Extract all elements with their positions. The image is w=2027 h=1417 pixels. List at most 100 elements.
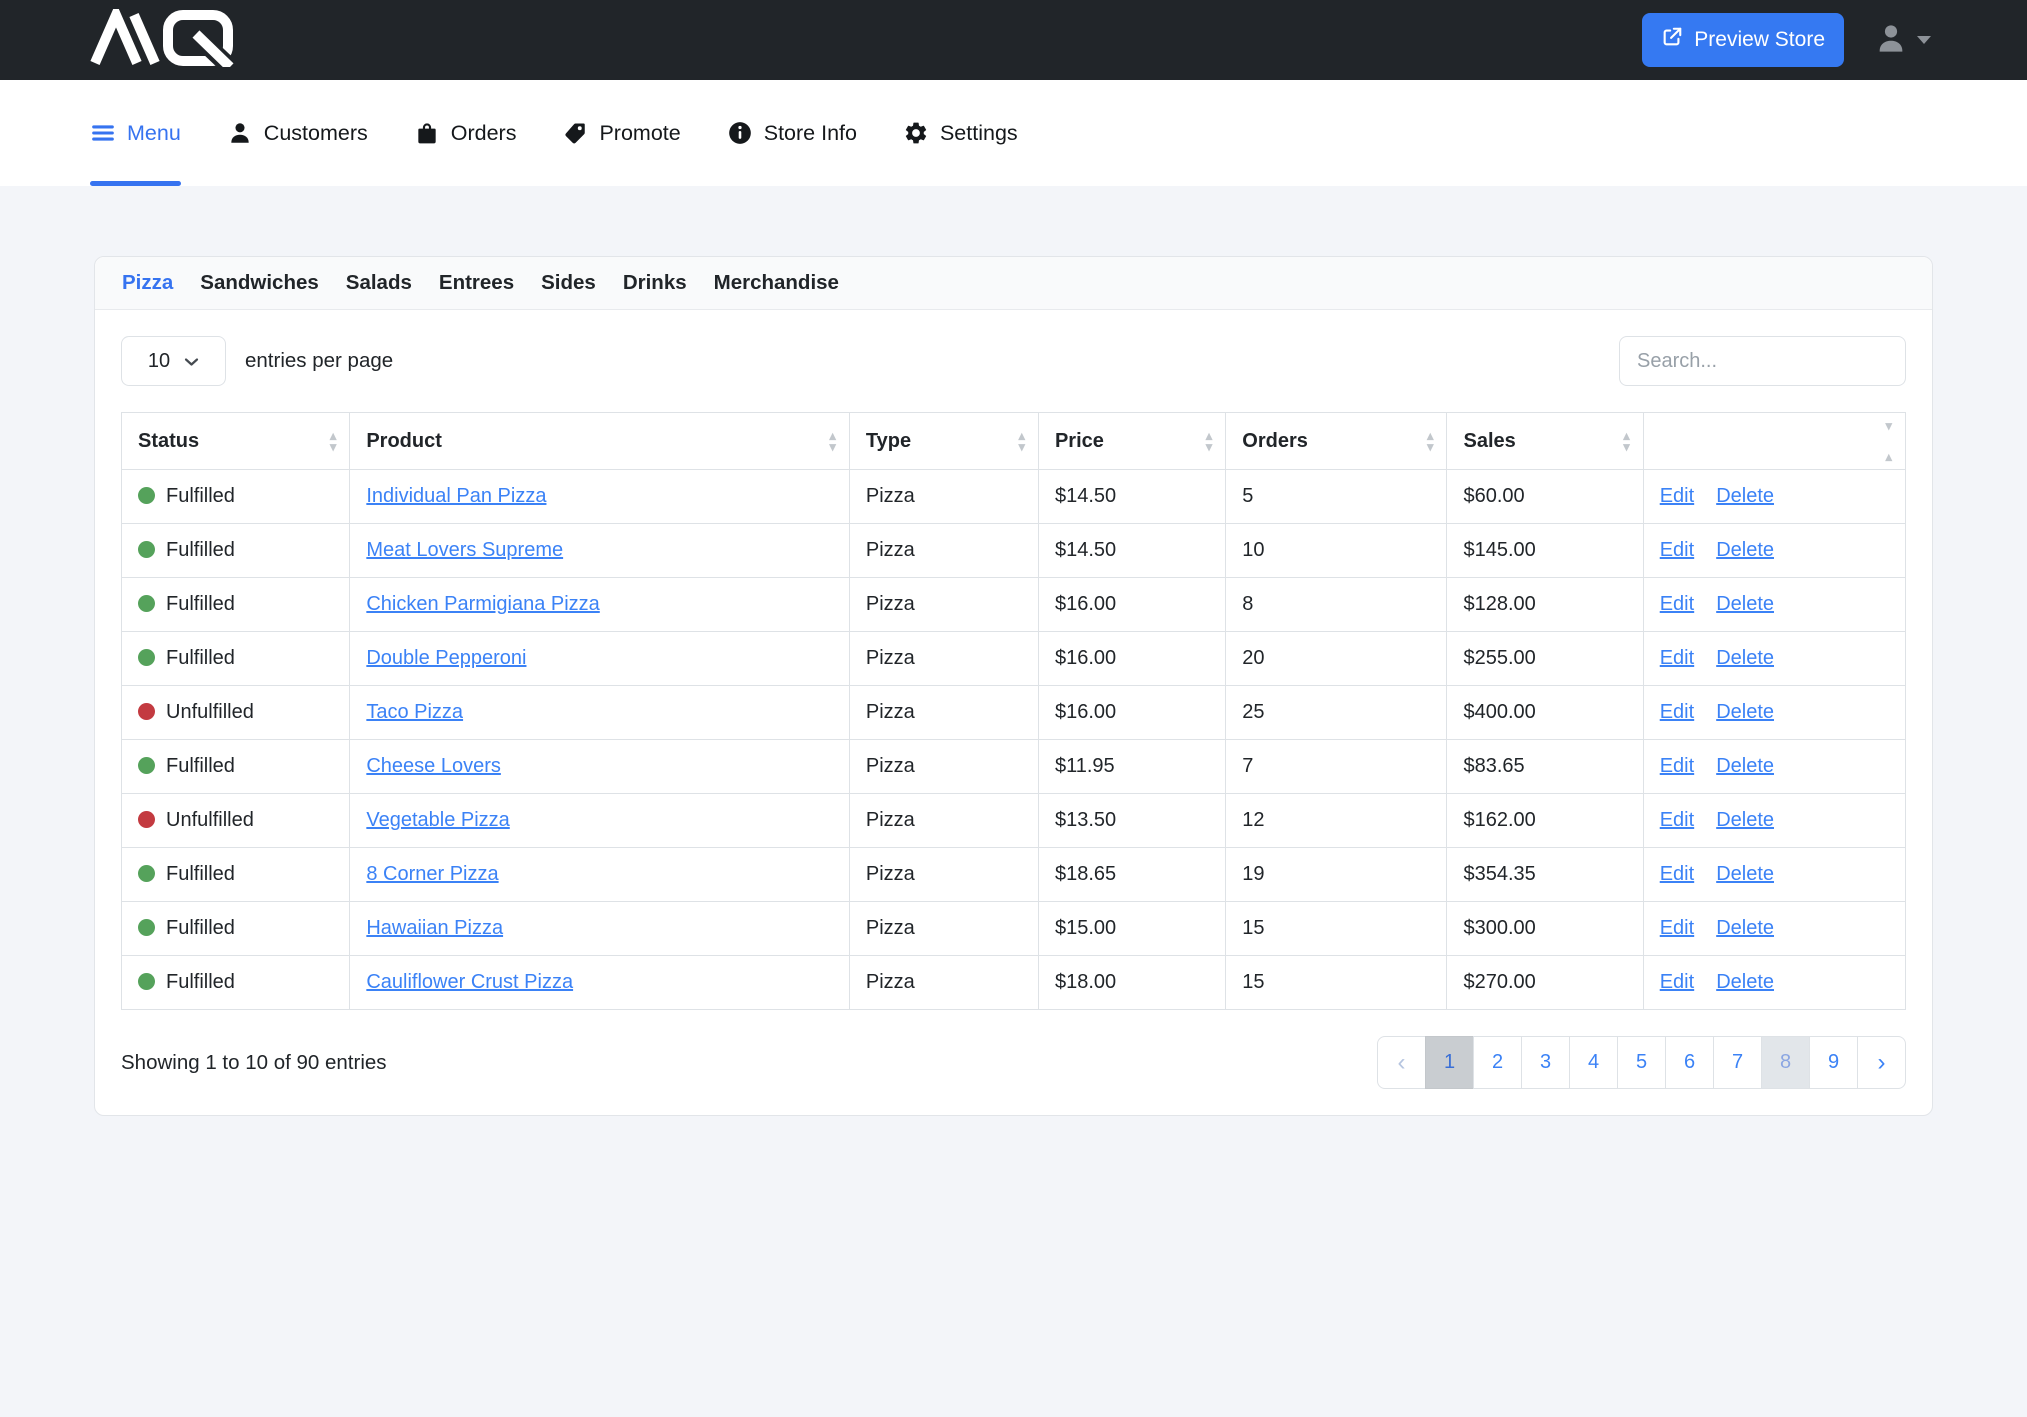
product-link[interactable]: Cauliflower Crust Pizza [366, 971, 573, 993]
status-label: Unfulfilled [166, 701, 254, 723]
table-row: FulfilledHawaiian PizzaPizza$15.0015$300… [122, 902, 1906, 956]
gear-icon [903, 120, 929, 146]
delete-link[interactable]: Delete [1716, 917, 1774, 939]
nav-item-label: Customers [264, 121, 368, 146]
tab-drinks[interactable]: Drinks [623, 271, 687, 295]
pagination-page-5[interactable]: 5 [1617, 1036, 1666, 1089]
delete-link[interactable]: Delete [1716, 485, 1774, 507]
status-dot [138, 595, 155, 612]
pagination-page-3[interactable]: 3 [1521, 1036, 1570, 1089]
delete-link[interactable]: Delete [1716, 647, 1774, 669]
edit-link[interactable]: Edit [1660, 485, 1694, 507]
edit-link[interactable]: Edit [1660, 593, 1694, 615]
nav-item-menu[interactable]: Menu [90, 80, 181, 186]
tab-pizza[interactable]: Pizza [122, 271, 173, 295]
pagination-page-7[interactable]: 7 [1713, 1036, 1762, 1089]
edit-link[interactable]: Edit [1660, 917, 1694, 939]
column-header-sales[interactable]: Sales▴▾ [1447, 413, 1643, 470]
price-cell: $16.00 [1038, 686, 1225, 740]
product-link[interactable]: Meat Lovers Supreme [366, 539, 563, 561]
chevron-down-icon [184, 350, 199, 373]
edit-link[interactable]: Edit [1660, 863, 1694, 885]
delete-link[interactable]: Delete [1716, 701, 1774, 723]
product-cell: Double Pepperoni [350, 632, 850, 686]
delete-link[interactable]: Delete [1716, 755, 1774, 777]
tab-sandwiches[interactable]: Sandwiches [200, 271, 319, 295]
status-label: Fulfilled [166, 539, 235, 561]
orders-cell: 10 [1226, 524, 1447, 578]
delete-link[interactable]: Delete [1716, 593, 1774, 615]
product-link[interactable]: 8 Corner Pizza [366, 863, 498, 885]
product-link[interactable]: Chicken Parmigiana Pizza [366, 593, 599, 615]
table-row: FulfilledIndividual Pan PizzaPizza$14.50… [122, 470, 1906, 524]
edit-link[interactable]: Edit [1660, 701, 1694, 723]
sales-cell: $128.00 [1447, 578, 1643, 632]
actions-cell: Edit Delete [1643, 470, 1905, 524]
sort-icon: ▴▾ [1206, 430, 1213, 452]
nav-item-label: Menu [127, 121, 181, 146]
column-header-type[interactable]: Type▴▾ [849, 413, 1038, 470]
column-header-orders[interactable]: Orders▴▾ [1226, 413, 1447, 470]
delete-link[interactable]: Delete [1716, 863, 1774, 885]
product-link[interactable]: Double Pepperoni [366, 647, 526, 669]
nav-item-customers[interactable]: Customers [227, 80, 368, 186]
edit-link[interactable]: Edit [1660, 647, 1694, 669]
column-header-product[interactable]: Product▴▾ [350, 413, 850, 470]
edit-link[interactable]: Edit [1660, 755, 1694, 777]
preview-store-button[interactable]: Preview Store [1642, 13, 1844, 67]
product-link[interactable]: Vegetable Pizza [366, 809, 509, 831]
pagination-page-2[interactable]: 2 [1473, 1036, 1522, 1089]
pagination-prev-button[interactable]: ‹ [1377, 1036, 1426, 1089]
page-size-select[interactable]: 10 [121, 336, 226, 386]
column-header-price[interactable]: Price▴▾ [1038, 413, 1225, 470]
nav-item-promote[interactable]: Promote [562, 80, 680, 186]
nav-item-settings[interactable]: Settings [903, 80, 1018, 186]
product-cell: Taco Pizza [350, 686, 850, 740]
edit-link[interactable]: Edit [1660, 809, 1694, 831]
orders-cell: 25 [1226, 686, 1447, 740]
status-dot [138, 811, 155, 828]
product-link[interactable]: Cheese Lovers [366, 755, 501, 777]
status-cell: Fulfilled [122, 740, 350, 794]
price-cell: $13.50 [1038, 794, 1225, 848]
sales-cell: $162.00 [1447, 794, 1643, 848]
product-link[interactable]: Hawaiian Pizza [366, 917, 503, 939]
sales-cell: $300.00 [1447, 902, 1643, 956]
nav-item-orders[interactable]: Orders [414, 80, 517, 186]
tab-sides[interactable]: Sides [541, 271, 596, 295]
product-link[interactable]: Individual Pan Pizza [366, 485, 546, 507]
pagination-next-button[interactable]: › [1857, 1036, 1906, 1089]
delete-link[interactable]: Delete [1716, 539, 1774, 561]
status-label: Fulfilled [166, 971, 235, 993]
tab-entrees[interactable]: Entrees [439, 271, 514, 295]
products-table: Status▴▾Product▴▾Type▴▾Price▴▾Orders▴▾Sa… [121, 412, 1906, 1010]
product-link[interactable]: Taco Pizza [366, 701, 463, 723]
pagination-page-6[interactable]: 6 [1665, 1036, 1714, 1089]
status-dot [138, 757, 155, 774]
tab-salads[interactable]: Salads [346, 271, 412, 295]
account-menu[interactable] [1874, 21, 1931, 60]
delete-link[interactable]: Delete [1716, 809, 1774, 831]
sales-cell: $354.35 [1447, 848, 1643, 902]
sort-icon: ▴▾ [330, 430, 337, 452]
brand-logo[interactable] [90, 9, 258, 72]
orders-cell: 15 [1226, 956, 1447, 1010]
table-row: FulfilledCauliflower Crust PizzaPizza$18… [122, 956, 1906, 1010]
delete-link[interactable]: Delete [1716, 971, 1774, 993]
edit-link[interactable]: Edit [1660, 971, 1694, 993]
pagination-page-4[interactable]: 4 [1569, 1036, 1618, 1089]
search-input[interactable] [1619, 336, 1906, 386]
nav-item-store-info[interactable]: Store Info [727, 80, 857, 186]
pagination-page-8[interactable]: 8 [1761, 1036, 1810, 1089]
status-cell: Fulfilled [122, 470, 350, 524]
edit-link[interactable]: Edit [1660, 539, 1694, 561]
status-dot [138, 973, 155, 990]
status-label: Fulfilled [166, 917, 235, 939]
tab-merchandise[interactable]: Merchandise [714, 271, 839, 295]
actions-cell: Edit Delete [1643, 740, 1905, 794]
pagination-page-1[interactable]: 1 [1425, 1036, 1474, 1089]
pagination-page-9[interactable]: 9 [1809, 1036, 1858, 1089]
column-header-status[interactable]: Status▴▾ [122, 413, 350, 470]
column-header-actions[interactable]: ▾▴ [1643, 413, 1905, 470]
status-cell: Fulfilled [122, 578, 350, 632]
